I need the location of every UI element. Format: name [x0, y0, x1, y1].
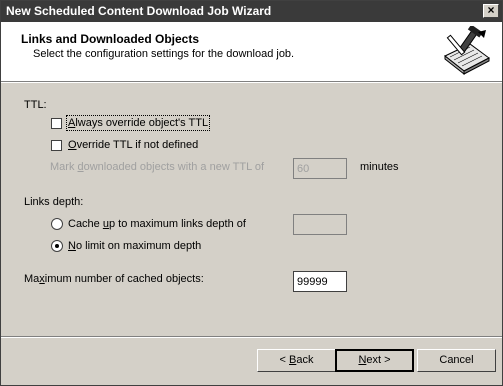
- next-button[interactable]: Next >: [335, 349, 414, 372]
- override-if-not-defined-label[interactable]: Override TTL if not defined: [68, 139, 198, 151]
- ttl-minutes-input[interactable]: [293, 158, 347, 179]
- cache-up-to-radio[interactable]: [51, 218, 63, 230]
- links-depth-input[interactable]: [293, 214, 347, 235]
- no-limit-radio[interactable]: [51, 240, 63, 252]
- max-objects-label: Maximum number of cached objects:: [24, 273, 204, 285]
- cache-up-to-label[interactable]: Cache up to maximum links depth of: [68, 218, 246, 230]
- header-divider: [1, 81, 502, 83]
- close-button[interactable]: ×: [483, 4, 499, 18]
- page-subtitle: Select the configuration settings for th…: [33, 48, 295, 60]
- no-limit-label[interactable]: No limit on maximum depth: [68, 240, 201, 252]
- cancel-button[interactable]: Cancel: [417, 349, 496, 372]
- override-if-not-defined-checkbox[interactable]: [51, 140, 62, 151]
- page-title: Links and Downloaded Objects: [21, 32, 200, 46]
- wizard-tools-icon: [444, 26, 490, 76]
- radio-selected-dot: [55, 244, 59, 248]
- mark-ttl-label: Mark downloaded objects with a new TTL o…: [50, 161, 265, 173]
- wizard-window: New Scheduled Content Download Job Wizar…: [0, 0, 503, 386]
- always-override-checkbox[interactable]: [51, 118, 62, 129]
- title-bar: New Scheduled Content Download Job Wizar…: [1, 1, 502, 22]
- footer-divider: [1, 336, 502, 338]
- window-title: New Scheduled Content Download Job Wizar…: [6, 4, 272, 18]
- wizard-header: Links and Downloaded Objects Select the …: [1, 22, 502, 81]
- minutes-label: minutes: [360, 161, 399, 173]
- back-button[interactable]: < Back: [257, 349, 336, 372]
- links-depth-group-label: Links depth:: [24, 196, 84, 208]
- close-icon: ×: [487, 3, 495, 17]
- always-override-label[interactable]: Always override object's TTL: [65, 115, 211, 131]
- ttl-group-label: TTL:: [24, 99, 47, 111]
- max-objects-input[interactable]: [293, 271, 347, 292]
